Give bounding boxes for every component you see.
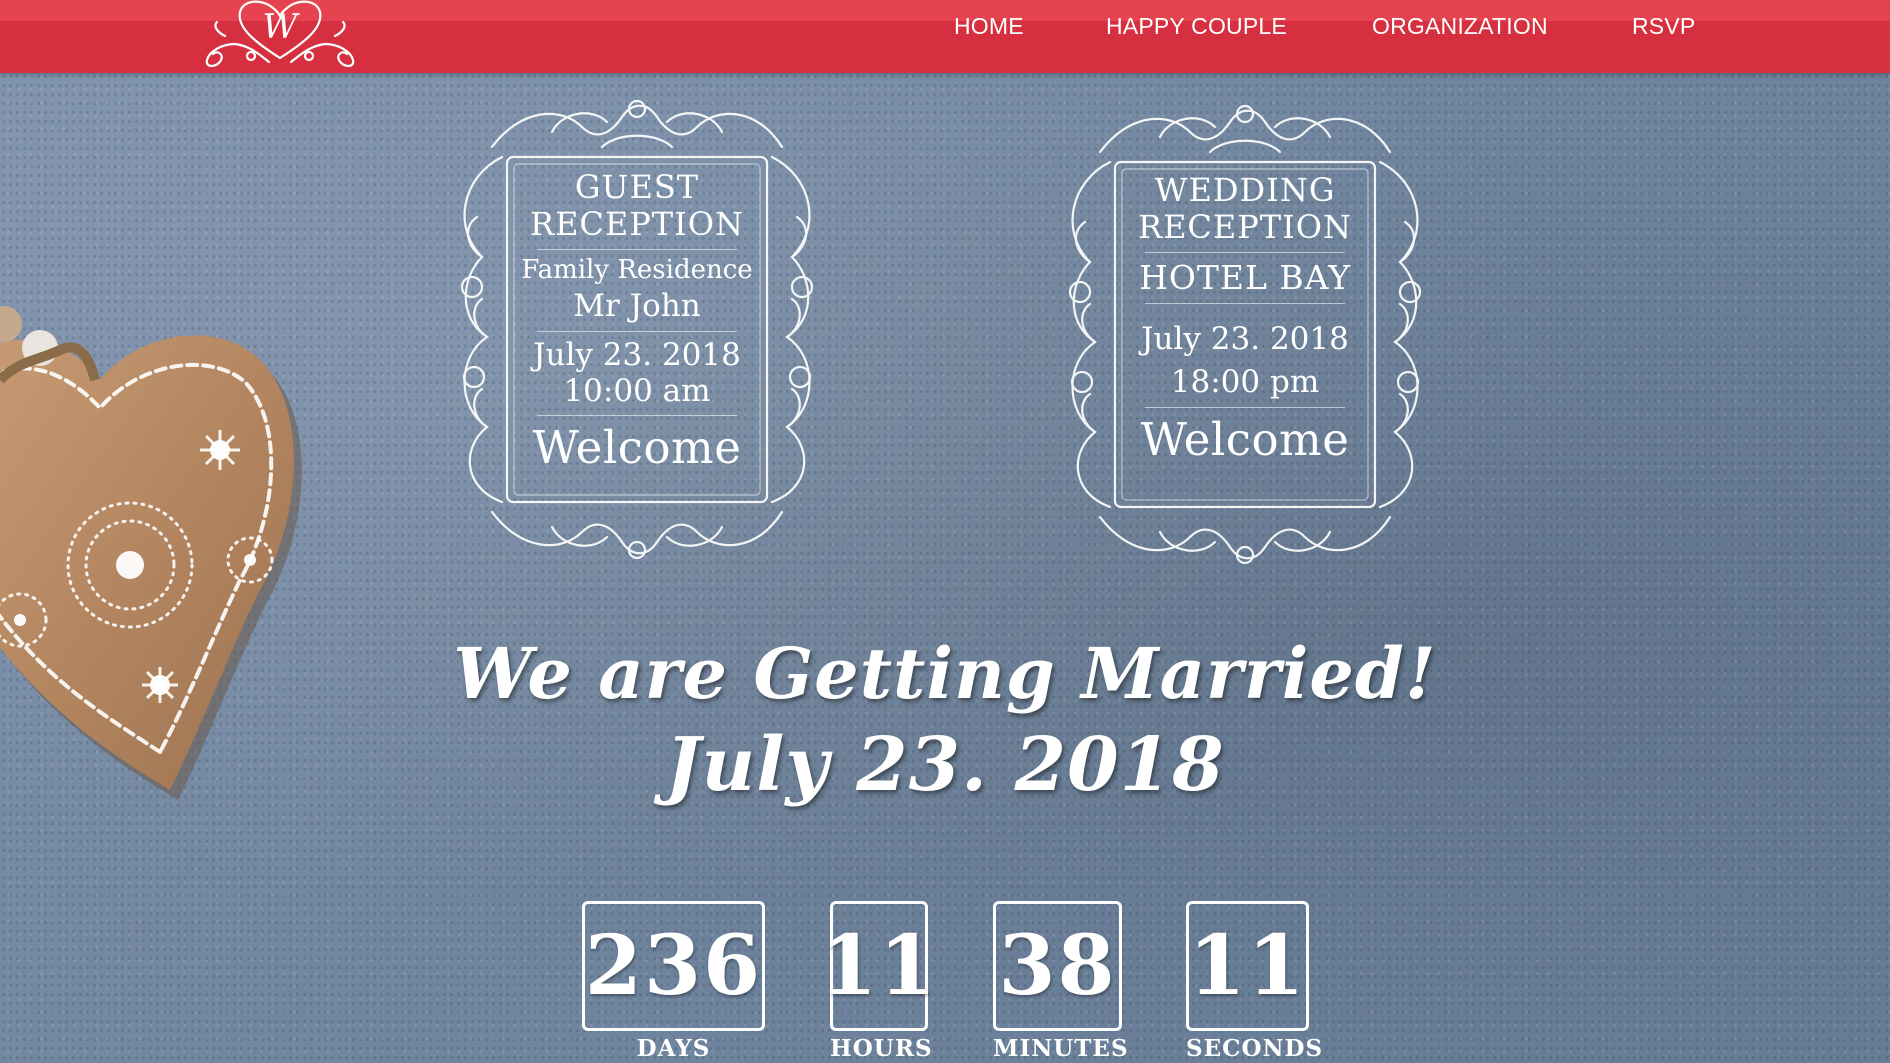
guest-card-time: 10:00 am: [563, 372, 711, 409]
logo-monogram: W: [263, 7, 301, 47]
wedding-card-greeting: Welcome: [1140, 412, 1350, 466]
wedding-card-time: 18:00 pm: [1170, 364, 1320, 401]
countdown-days-label: DAYS: [636, 1035, 711, 1062]
wedding-card-title-line2: RECEPTION: [1137, 207, 1353, 246]
guest-reception-card: GUEST RECEPTION Family Residence Mr John…: [432, 87, 842, 567]
guest-card-date: July 23. 2018: [533, 337, 741, 374]
guest-card-place: Family Residence: [521, 254, 753, 285]
countdown-days: 236 DAYS: [582, 901, 765, 1062]
nav-organization-link[interactable]: ORGANIZATION: [1372, 13, 1632, 43]
wedding-card-title-line1: WEDDING: [1154, 171, 1336, 209]
divider: [1145, 251, 1345, 253]
countdown-hours-value: 11: [820, 901, 936, 1031]
guest-card-title-line1: GUEST: [574, 168, 700, 206]
countdown-seconds-value: 11: [1186, 901, 1309, 1031]
headline-date: July 23. 2018: [665, 722, 1225, 808]
countdown-minutes: 38 MINUTES: [993, 901, 1129, 1062]
countdown-minutes-label: MINUTES: [993, 1035, 1129, 1062]
monogram-heart-logo-icon[interactable]: W: [195, 0, 365, 74]
wedding-card-date: July 23. 2018: [1141, 320, 1349, 357]
divider: [537, 248, 737, 250]
nav-happy-couple-link[interactable]: HAPPY COUPLE: [1106, 13, 1372, 43]
divider: [1145, 302, 1345, 304]
countdown-seconds: 11 SECONDS: [1186, 901, 1324, 1062]
main-nav: HOME HAPPY COUPLE ORGANIZATION RSVP: [954, 13, 1695, 43]
divider: [537, 415, 737, 417]
divider: [537, 331, 737, 333]
wedding-reception-card: WEDDING RECEPTION HOTEL BAY July 23. 201…: [1040, 92, 1450, 572]
guest-card-title-line2: RECEPTION: [529, 204, 745, 243]
nav-home-link[interactable]: HOME: [954, 13, 1106, 43]
divider: [1145, 406, 1345, 408]
wedding-card-venue: HOTEL BAY: [1139, 257, 1351, 297]
countdown-days-value: 236: [582, 901, 765, 1031]
nav-rsvp-link[interactable]: RSVP: [1632, 13, 1695, 43]
headline-getting-married: We are Getting Married!: [453, 632, 1437, 715]
guest-card-greeting: Welcome: [532, 421, 742, 475]
top-navbar: W HOME HAPPY COUPLE ORGANIZATION RSVP: [0, 0, 1890, 73]
guest-card-host: Mr John: [573, 288, 701, 325]
countdown-hours-label: HOURS: [830, 1035, 933, 1062]
countdown-hours: 11 HOURS: [820, 901, 936, 1062]
countdown-minutes-value: 38: [993, 901, 1122, 1031]
countdown-seconds-label: SECONDS: [1186, 1035, 1324, 1062]
